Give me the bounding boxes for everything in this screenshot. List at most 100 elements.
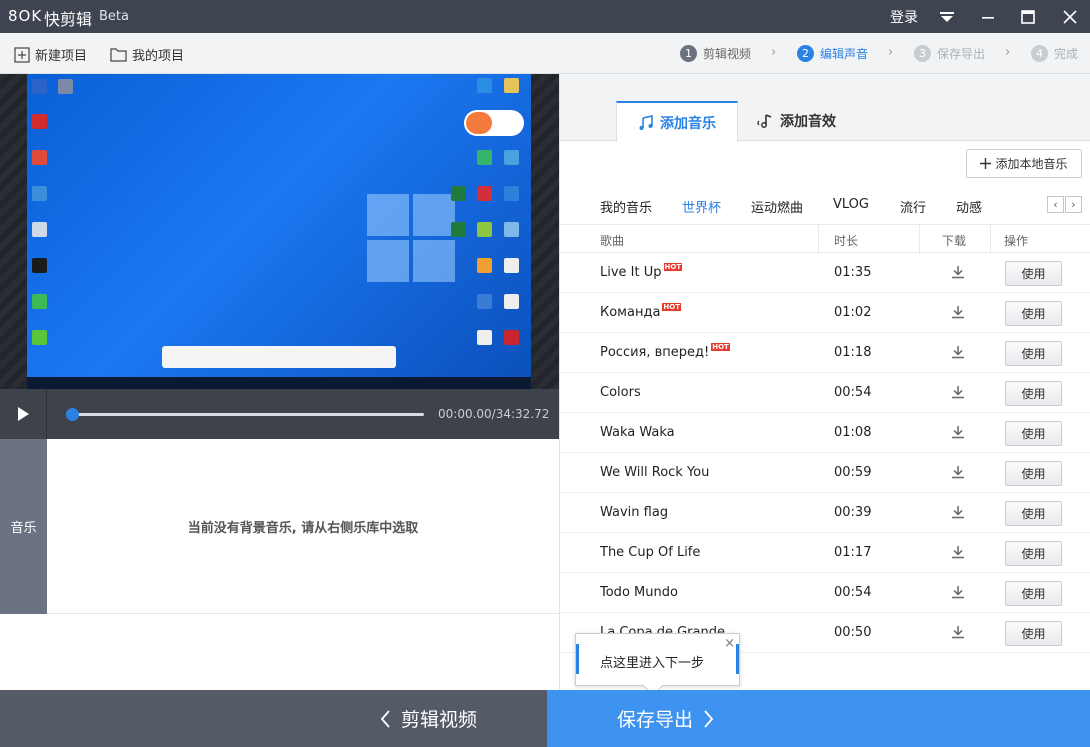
desktop-icon xyxy=(451,186,466,201)
song-duration: 01:02 xyxy=(834,305,872,320)
desktop-icon xyxy=(477,150,492,165)
desktop-icon xyxy=(32,79,47,94)
download-icon[interactable] xyxy=(950,504,966,520)
maximize-icon xyxy=(1021,9,1035,24)
desktop-icon xyxy=(477,258,492,273)
step-edit-audio[interactable]: 2 编辑声音 xyxy=(797,45,868,62)
use-song-button[interactable]: 使用 xyxy=(1005,261,1062,286)
login-link[interactable]: 登录 xyxy=(890,7,918,27)
app-title: 快剪辑 xyxy=(44,10,93,29)
use-song-button[interactable]: 使用 xyxy=(1005,621,1062,646)
download-icon[interactable] xyxy=(950,384,966,400)
folder-icon xyxy=(110,48,127,62)
download-icon[interactable] xyxy=(950,624,966,640)
tab-add-music[interactable]: 添加音乐 xyxy=(616,101,738,142)
category-prev-button[interactable]: ‹ xyxy=(1047,196,1064,213)
song-row[interactable]: Colors 00:54 使用 xyxy=(560,373,1090,413)
use-song-button[interactable]: 使用 xyxy=(1005,301,1062,326)
use-song-button[interactable]: 使用 xyxy=(1005,581,1062,606)
desktop-icon xyxy=(451,222,466,237)
music-track: 音乐 当前没有背景音乐, 请从右侧乐库中选取 xyxy=(0,439,559,614)
category-pop[interactable]: 流行 xyxy=(900,197,926,216)
play-button[interactable] xyxy=(0,389,47,439)
category-next-button[interactable]: › xyxy=(1065,196,1082,213)
song-name-cell: Команда HOT xyxy=(600,302,682,320)
category-sports[interactable]: 运动燃曲 xyxy=(751,197,803,216)
save-export-button[interactable]: 保存导出 xyxy=(547,690,1090,747)
music-track-label: 音乐 xyxy=(0,439,47,614)
new-project-button[interactable]: 新建项目 xyxy=(14,45,87,64)
use-song-button[interactable]: 使用 xyxy=(1005,461,1062,486)
desktop-icon xyxy=(504,78,519,93)
song-row[interactable]: Todo Mundo 00:54 使用 xyxy=(560,573,1090,613)
song-row[interactable]: Россия, вперед! HOT 01:18 使用 xyxy=(560,333,1090,373)
song-row[interactable]: Wavin flag 00:39 使用 xyxy=(560,493,1090,533)
step-edit-video[interactable]: 1 剪辑视频 xyxy=(680,45,751,62)
progress-handle[interactable] xyxy=(66,408,79,421)
video-preview[interactable] xyxy=(0,74,559,389)
desktop-icon xyxy=(477,330,492,345)
dropdown-menu-button[interactable] xyxy=(927,0,967,33)
step-number: 3 xyxy=(914,45,931,62)
tooltip-accent xyxy=(576,644,579,674)
desktop-icon xyxy=(32,330,47,345)
song-name: Todo Mundo xyxy=(600,585,678,600)
column-action: 操作 xyxy=(1004,234,1029,248)
download-icon[interactable] xyxy=(950,344,966,360)
use-song-button[interactable]: 使用 xyxy=(1005,381,1062,406)
song-duration: 01:18 xyxy=(834,345,872,360)
download-icon[interactable] xyxy=(950,584,966,600)
download-icon[interactable] xyxy=(950,544,966,560)
download-icon[interactable] xyxy=(950,304,966,320)
desktop-icon xyxy=(32,150,47,165)
song-name: Colors xyxy=(600,385,641,400)
song-name: Live It Up xyxy=(600,265,662,280)
use-song-button[interactable]: 使用 xyxy=(1005,541,1062,566)
new-project-label: 新建项目 xyxy=(35,49,88,64)
next-step-tooltip: 点这里进入下一步 × xyxy=(575,633,740,696)
chevron-right-icon: › xyxy=(1071,198,1076,211)
recorder-widget xyxy=(464,110,524,136)
add-local-music-label: 添加本地音乐 xyxy=(995,157,1068,171)
column-divider xyxy=(818,225,819,254)
category-my-music[interactable]: 我的音乐 xyxy=(600,197,652,216)
song-row[interactable]: Команда HOT 01:02 使用 xyxy=(560,293,1090,333)
plus-icon xyxy=(980,158,992,169)
download-icon[interactable] xyxy=(950,464,966,480)
toolbar: 新建项目 我的项目 1 剪辑视频 › 2 编辑声音 › 3 保存导出 › 4 完… xyxy=(0,33,1090,74)
play-icon xyxy=(18,407,29,421)
desktop-icon xyxy=(32,186,47,201)
song-name: Команда xyxy=(600,305,661,320)
back-to-edit-video-button[interactable]: 剪辑视频 xyxy=(0,690,547,747)
tab-add-sound-effect[interactable]: 添加音效 xyxy=(744,101,848,141)
desktop-icon xyxy=(32,258,47,273)
tooltip-close-icon[interactable]: × xyxy=(724,636,735,651)
close-button[interactable] xyxy=(1050,0,1090,33)
progress-track[interactable] xyxy=(72,413,424,416)
category-dynamic[interactable]: 动感 xyxy=(956,197,982,216)
desktop-icon xyxy=(32,114,47,129)
download-icon[interactable] xyxy=(950,424,966,440)
app-logo: 8OK xyxy=(8,7,43,25)
use-song-button[interactable]: 使用 xyxy=(1005,421,1062,446)
my-projects-button[interactable]: 我的项目 xyxy=(110,45,184,64)
use-song-button[interactable]: 使用 xyxy=(1005,341,1062,366)
song-row[interactable]: Live It Up HOT 01:35 使用 xyxy=(560,253,1090,293)
song-name-cell: Waka Waka xyxy=(600,425,675,440)
category-vlog[interactable]: VLOG xyxy=(833,197,869,212)
hot-badge: HOT xyxy=(663,262,683,271)
download-icon[interactable] xyxy=(950,264,966,280)
maximize-button[interactable] xyxy=(1008,0,1048,33)
use-song-button[interactable]: 使用 xyxy=(1005,501,1062,526)
desktop-icon xyxy=(477,78,492,93)
song-row[interactable]: Waka Waka 01:08 使用 xyxy=(560,413,1090,453)
song-row[interactable]: We Will Rock You 00:59 使用 xyxy=(560,453,1090,493)
minimize-button[interactable] xyxy=(968,0,1008,33)
desktop-icon xyxy=(504,258,519,273)
desktop-icon xyxy=(504,186,519,201)
app-beta-label: Beta xyxy=(99,9,129,24)
category-world-cup[interactable]: 世界杯 xyxy=(682,197,721,216)
tooltip-accent xyxy=(736,644,739,674)
song-row[interactable]: The Cup Of Life 01:17 使用 xyxy=(560,533,1090,573)
add-local-music-button[interactable]: 添加本地音乐 xyxy=(966,149,1082,178)
